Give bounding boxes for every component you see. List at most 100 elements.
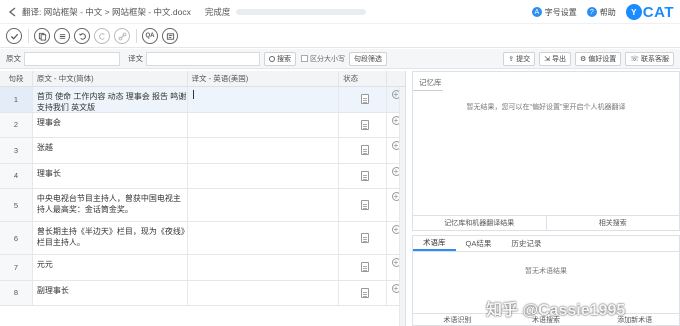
export-button[interactable]: ⇲ 导出 xyxy=(539,52,571,66)
target-cell[interactable] xyxy=(188,138,340,163)
breadcrumb[interactable]: 翻译: 网站框架 - 中文 > 网站框架 - 中文.docx xyxy=(22,6,191,18)
target-cell[interactable] xyxy=(188,280,340,305)
title-bar: 翻译: 网站框架 - 中文 > 网站框架 - 中文.docx 完成度 A 字号设… xyxy=(0,0,680,24)
table-row[interactable]: 5 中央电视台节目主持人，曾获中国电视主持人最高奖：金话筒金奖。 + xyxy=(0,189,405,222)
table-row[interactable]: 6 曾长期主持《半边天》栏目，现为《夜线》栏目主持人。 + xyxy=(0,222,405,255)
editor-toolbar: QA xyxy=(0,25,680,48)
watermark: 知乎 @Cassie1995 xyxy=(486,302,626,319)
copy-source-icon[interactable] xyxy=(34,28,50,44)
progress-label: 完成度 xyxy=(204,6,231,17)
tab-termbase[interactable]: 术语库 xyxy=(413,236,456,251)
table-row[interactable]: 7 元元 + xyxy=(0,255,405,281)
tab-related-search[interactable]: 相关搜索 xyxy=(545,216,680,230)
export-icon: ⇲ xyxy=(544,56,550,63)
qa-label: QA xyxy=(145,33,155,39)
preferences-label: 偏好设置 xyxy=(588,56,617,63)
target-cell[interactable] xyxy=(188,87,340,112)
segment-number: 4 xyxy=(0,163,33,188)
target-cell[interactable] xyxy=(188,163,340,188)
document-icon xyxy=(360,200,369,210)
status-cell xyxy=(339,189,388,221)
document-icon xyxy=(360,287,369,298)
contact-support-button[interactable]: ☏ 联系客服 xyxy=(625,52,674,66)
segment-number: 6 xyxy=(0,222,33,254)
target-filter-input[interactable] xyxy=(146,51,260,66)
header-segment: 句段 xyxy=(0,71,33,86)
search-icon xyxy=(269,55,275,62)
case-sensitive-checkbox[interactable]: 区分大小写 xyxy=(301,54,345,64)
target-cell[interactable] xyxy=(188,222,340,254)
target-cell[interactable] xyxy=(188,189,340,221)
target-cell[interactable] xyxy=(188,112,340,137)
tab-memory[interactable]: 记忆库 xyxy=(419,77,442,88)
find-replace-icon[interactable] xyxy=(162,28,178,44)
table-row[interactable]: 2 理事会 + xyxy=(0,112,405,138)
tab-qa-results[interactable]: QA结果 xyxy=(456,236,502,251)
source-cell: 理事会 xyxy=(33,112,188,137)
chat-icon: ☏ xyxy=(630,56,639,63)
source-cell: 中央电视台节目主持人，曾获中国电视主持人最高奖：金话筒金奖。 xyxy=(33,189,188,221)
font-settings-button[interactable]: A 字号设置 xyxy=(531,7,577,18)
term-empty-message: 暂无术语结果 xyxy=(525,268,567,275)
segment-number: 3 xyxy=(0,138,33,163)
segment-number: 8 xyxy=(0,280,33,305)
submit-label: 提交 xyxy=(516,56,531,63)
table-row[interactable]: 3 张越 + xyxy=(0,138,405,164)
logo-badge: Y xyxy=(625,4,642,20)
text-cursor xyxy=(192,90,194,99)
segment-table: 句段 原文 - 中文(简体) 译文 - 英语(美国) 状态 1 首页 使命 工作… xyxy=(0,71,406,326)
table-header: 句段 原文 - 中文(简体) 译文 - 英语(美国) 状态 xyxy=(0,71,405,87)
redo-icon[interactable] xyxy=(94,28,110,44)
table-scrollbar[interactable] xyxy=(399,87,405,326)
header-status: 状态 xyxy=(339,71,388,86)
link-icon[interactable] xyxy=(114,28,130,44)
filter-bar: 原文 译文 搜索 区分大小写 句段筛选 ⇪ 提交 ⇲ 导出 ⚙ 偏好设置 ☏ 联… xyxy=(0,49,680,69)
tab-underline xyxy=(413,90,443,91)
help-button[interactable]: ? 帮助 xyxy=(586,7,616,18)
header-source: 原文 - 中文(简体) xyxy=(33,71,188,86)
tab-memory-mt-results[interactable]: 记忆库和机器翻译结果 xyxy=(413,216,546,230)
source-cell: 张越 xyxy=(33,138,188,163)
target-filter-label: 译文 xyxy=(128,54,143,63)
status-cell xyxy=(339,222,388,254)
confirm-icon[interactable] xyxy=(6,28,22,44)
status-cell xyxy=(339,163,388,188)
source-cell: 首页 使命 工作内容 动态 理事会 报告 鸣谢 支持我们 英文版 xyxy=(33,87,188,112)
source-filter-input[interactable] xyxy=(24,51,120,66)
contact-label: 联系客服 xyxy=(641,56,669,63)
yicat-logo: Y CAT xyxy=(625,3,674,21)
memory-empty-message: 暂无结果，您可以在"偏好设置"里开启个人机器翻译 xyxy=(466,104,626,111)
side-panel: 记忆库 暂无结果，您可以在"偏好设置"里开启个人机器翻译 记忆库和机器翻译结果 … xyxy=(412,71,680,326)
merge-icon[interactable] xyxy=(54,28,70,44)
segment-filter-label: 句段筛选 xyxy=(354,55,382,63)
table-row[interactable]: 1 首页 使命 工作内容 动态 理事会 报告 鸣谢 支持我们 英文版 + xyxy=(0,87,405,113)
back-arrow-icon[interactable] xyxy=(6,5,20,19)
help-icon: ? xyxy=(586,7,597,17)
status-cell xyxy=(339,255,388,280)
preferences-button[interactable]: ⚙ 偏好设置 xyxy=(574,52,622,66)
upload-icon: ⇪ xyxy=(508,56,515,63)
qa-icon[interactable]: QA xyxy=(142,28,158,44)
segment-number: 2 xyxy=(0,112,33,137)
segment-number: 7 xyxy=(0,255,33,280)
table-row[interactable]: 8 副理事长 + xyxy=(0,280,405,306)
segment-filter-button[interactable]: 句段筛选 xyxy=(349,51,387,66)
tab-history[interactable]: 历史记录 xyxy=(501,236,551,251)
header-spacer xyxy=(387,71,405,86)
document-icon xyxy=(360,170,369,181)
memory-footer: 记忆库和机器翻译结果 相关搜索 xyxy=(413,215,679,230)
source-filter-label: 原文 xyxy=(6,54,21,63)
search-button[interactable]: 搜索 xyxy=(264,51,296,66)
source-cell: 副理事长 xyxy=(33,280,188,305)
segment-number: 5 xyxy=(0,189,33,221)
logo-text: CAT xyxy=(642,3,674,21)
font-size-icon: A xyxy=(531,7,542,17)
progress-bar xyxy=(236,8,367,15)
font-settings-label: 字号设置 xyxy=(544,7,577,17)
status-cell xyxy=(339,112,388,137)
status-cell xyxy=(339,138,388,163)
target-cell[interactable] xyxy=(188,255,340,280)
undo-icon[interactable] xyxy=(74,28,90,44)
submit-button[interactable]: ⇪ 提交 xyxy=(503,52,536,66)
table-row[interactable]: 4 理事长 + xyxy=(0,163,405,189)
